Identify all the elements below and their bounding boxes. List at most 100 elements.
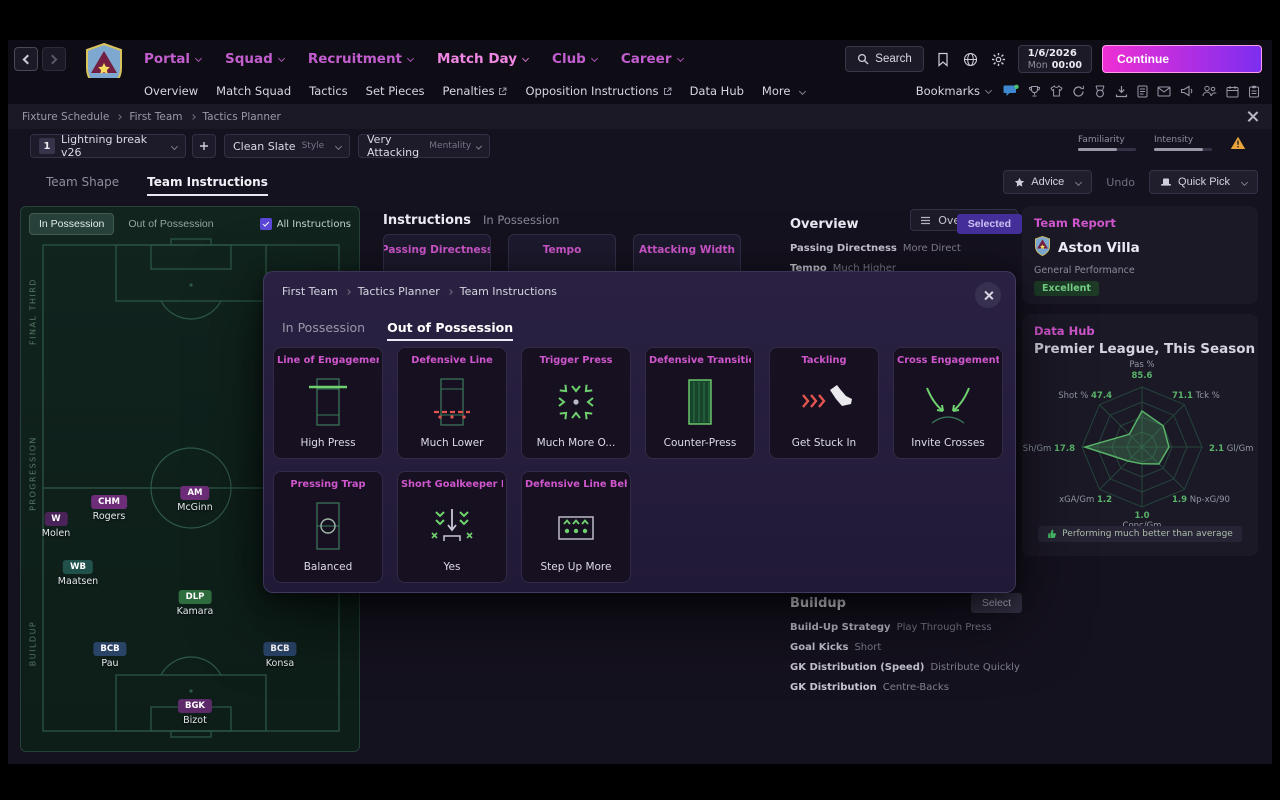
trigger-press-icon — [548, 366, 604, 437]
subnav-set-pieces[interactable]: Set Pieces — [366, 84, 425, 98]
chevron-down-icon — [799, 87, 806, 94]
select-button[interactable]: Select — [971, 593, 1022, 613]
selected-button[interactable]: Selected — [957, 214, 1022, 234]
menu-club[interactable]: Club — [552, 51, 597, 67]
undo-button[interactable]: Undo — [1106, 176, 1135, 189]
modal-tab-in-possession[interactable]: In Possession — [282, 320, 365, 335]
settings-icon[interactable] — [990, 50, 1008, 68]
modal-tab-out-of-possession[interactable]: Out of Possession — [387, 320, 513, 335]
menu-recruitment[interactable]: Recruitment — [308, 51, 413, 67]
search-button[interactable]: Search — [845, 46, 923, 72]
shirt-icon[interactable] — [1050, 85, 1063, 97]
crumb-first-team[interactable]: First Team — [129, 111, 182, 123]
menu-career[interactable]: Career — [621, 51, 683, 67]
team-report-title: Team Report — [1034, 216, 1246, 230]
subnav-match-squad[interactable]: Match Squad — [216, 84, 291, 98]
card-line-of-engagement[interactable]: Line of EngagementHigh Press — [273, 347, 383, 459]
tab-team-instructions[interactable]: Team Instructions — [147, 175, 268, 189]
forward-button[interactable] — [42, 47, 66, 71]
warning-icon[interactable] — [1230, 136, 1246, 150]
subnav-penalties[interactable]: Penalties — [443, 84, 508, 98]
card-pressing-trap[interactable]: Pressing TrapBalanced — [273, 471, 383, 583]
crumb-first-team[interactable]: First Team — [282, 285, 338, 298]
card-defensive-transition[interactable]: Defensive TransitionCounter-Press — [645, 347, 755, 459]
back-button[interactable] — [14, 47, 38, 71]
card-value: Invite Crosses — [911, 437, 985, 449]
subnav-tactics[interactable]: Tactics — [309, 84, 348, 98]
possession-toggles: In Possession Out of Possession All Inst… — [29, 213, 351, 235]
card-defensive-line[interactable]: Defensive LineMuch Lower — [397, 347, 507, 459]
player-kamara[interactable]: DLPKamara — [177, 584, 214, 617]
globe-icon[interactable] — [962, 50, 980, 68]
notes-icon[interactable] — [1248, 85, 1260, 98]
subnav-overview[interactable]: Overview — [144, 84, 198, 98]
menu-portal[interactable]: Portal — [144, 51, 201, 67]
top-bar: Portal Squad Recruitment Match Day Club Caree… — [8, 40, 1272, 78]
modal-tabs: In Possession Out of Possession — [282, 316, 513, 338]
team-name[interactable]: Aston Villa — [1058, 240, 1140, 256]
card-value: Much Lower — [421, 437, 484, 449]
subnav-opposition-instructions[interactable]: Opposition Instructions — [525, 84, 671, 98]
intensity-label: Intensity — [1154, 135, 1212, 145]
card-tackling[interactable]: TacklingGet Stuck In — [769, 347, 879, 459]
modal-close-button[interactable] — [975, 282, 1001, 308]
refresh-icon[interactable] — [1072, 85, 1085, 98]
card-value: Counter-Press — [664, 437, 737, 449]
medal-icon[interactable] — [1094, 85, 1106, 98]
player-molen[interactable]: WMolen — [42, 506, 71, 539]
player-maatsen[interactable]: WBMaatsen — [58, 554, 98, 587]
player-mcginn[interactable]: AMMcGinn — [177, 480, 212, 513]
team-instructions-modal: First Team Tactics Planner Team Instructio… — [263, 271, 1016, 593]
subnav-data-hub[interactable]: Data Hub — [690, 84, 744, 98]
player-bizot[interactable]: BGKBizot — [178, 693, 212, 726]
date-display[interactable]: 1/6/2026 Mon00:00 — [1018, 45, 1092, 73]
download-icon[interactable] — [1115, 85, 1128, 98]
mentality-selector[interactable]: Very Attacking Mentality — [358, 134, 490, 158]
trophy-icon[interactable] — [1028, 85, 1041, 98]
chevron-down-icon — [278, 55, 285, 62]
menu-squad[interactable]: Squad — [225, 51, 284, 67]
continue-button[interactable]: Continue — [1102, 45, 1262, 73]
mail-icon[interactable] — [1157, 86, 1171, 97]
breadcrumb-separator — [116, 114, 122, 120]
add-tactic-button[interactable] — [192, 134, 216, 158]
bookmark-icon[interactable] — [934, 50, 952, 68]
menu-match-day[interactable]: Match Day — [437, 51, 528, 67]
advice-button[interactable]: Advice — [1003, 170, 1092, 194]
crumb-tactics-planner[interactable]: Tactics Planner — [358, 285, 440, 298]
calendar-icon[interactable] — [1226, 85, 1239, 98]
out-of-possession-toggle[interactable]: Out of Possession — [118, 213, 223, 235]
chevron-down-icon — [171, 143, 178, 150]
crumb-tactics-planner[interactable]: Tactics Planner — [203, 111, 281, 123]
report-icon[interactable] — [1137, 85, 1148, 98]
card-cross-engagement[interactable]: Cross EngagementInvite Crosses — [893, 347, 1003, 459]
player-pau[interactable]: BCBPau — [93, 636, 126, 669]
mentality-label: Mentality — [429, 141, 471, 151]
tab-team-shape[interactable]: Team Shape — [46, 175, 119, 189]
crumb-fixture-schedule[interactable]: Fixture Schedule — [22, 111, 109, 123]
megaphone-icon[interactable] — [1180, 85, 1193, 97]
instruction-row-gk-distribution-speed: GK Distribution (Speed)Distribute Quickl… — [790, 662, 1022, 673]
style-value: Clean Slate — [233, 140, 296, 153]
squad-icon[interactable] — [1202, 85, 1217, 97]
quick-pick-button[interactable]: Quick Pick — [1149, 170, 1258, 194]
card-short-goalkeeper-distr[interactable]: Short Goalkeeper DistrYes — [397, 471, 507, 583]
chevron-down-icon — [591, 55, 598, 62]
crumb-team-instructions[interactable]: Team Instructions — [460, 285, 557, 298]
close-icon[interactable] — [1247, 111, 1258, 122]
tactic-selector[interactable]: 1 Lightning break v26 — [30, 134, 186, 158]
card-trigger-press[interactable]: Trigger PressMuch More O... — [521, 347, 631, 459]
subnav-more[interactable]: More — [762, 84, 806, 98]
bookmarks-dropdown[interactable]: Bookmarks — [916, 84, 991, 98]
player-konsa[interactable]: BCBKonsa — [263, 636, 296, 669]
card-defensive-line-behavio[interactable]: Defensive Line BehavioStep Up More — [521, 471, 631, 583]
instruction-row-gk-distribution: GK DistributionCentre-Backs — [790, 682, 1022, 693]
style-selector[interactable]: Clean Slate Style — [224, 134, 350, 158]
card-value: Yes — [444, 561, 461, 573]
all-instructions-checkbox[interactable]: All Instructions — [260, 218, 351, 230]
player-rogers[interactable]: CHMRogers — [91, 489, 127, 522]
tactic-meters: Familiarity Intensity — [1078, 135, 1246, 151]
player-role-badge: AM — [180, 486, 209, 500]
in-possession-toggle[interactable]: In Possession — [29, 213, 114, 235]
chat-icon[interactable] — [1003, 84, 1019, 98]
